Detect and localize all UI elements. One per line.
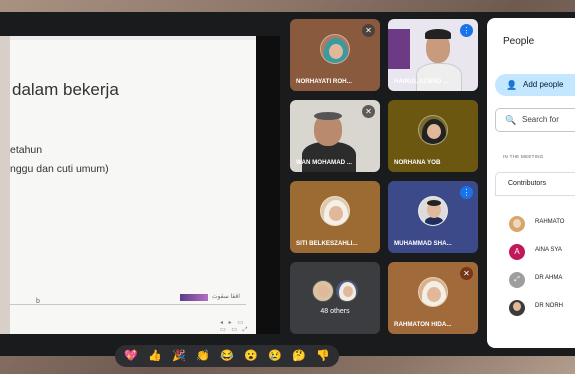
participant-tile[interactable]: ⋮ MUHAMMAD SHA... bbox=[388, 181, 478, 253]
participant-tile[interactable]: SITI BELKESZAHLI... bbox=[290, 181, 380, 253]
participant-name: HAIRUL AZWAD ... bbox=[394, 78, 449, 85]
participant-name: NORHANA YOB bbox=[394, 159, 441, 166]
participant-row[interactable]: A AINA SYA bbox=[505, 242, 575, 262]
add-people-button[interactable]: 👤 Add people bbox=[495, 74, 575, 96]
party-reaction-icon[interactable]: 🎉 bbox=[172, 345, 186, 367]
mic-off-icon: ✕ bbox=[362, 24, 375, 37]
participant-name: SITI BELKESZAHLI... bbox=[296, 240, 358, 247]
reactions-bar: 💖 👍 🎉 👏 😂 😮 😢 🤔 👎 bbox=[115, 345, 339, 367]
participant-tile[interactable]: NORHANA YOB bbox=[388, 100, 478, 172]
others-tile[interactable]: 48 others bbox=[290, 262, 380, 334]
add-person-icon: 👤 bbox=[506, 80, 518, 90]
avatar: A bbox=[509, 244, 525, 260]
participant-name: AINA SYA bbox=[535, 247, 562, 253]
avatar bbox=[418, 277, 448, 308]
participant-name: RAHMATON HIDA... bbox=[394, 321, 452, 328]
participant-row[interactable]: RAHMATO bbox=[505, 214, 575, 234]
participant-name: NORHAYATI ROH... bbox=[296, 78, 352, 85]
slide-logo bbox=[180, 294, 208, 301]
presentation-gutter bbox=[256, 36, 280, 334]
slide-heading: dalam bekerja bbox=[12, 80, 119, 99]
sad-reaction-icon[interactable]: 😢 bbox=[268, 345, 282, 367]
meeting-stage: dalam bekerja etahun nggu dan cuti umum)… bbox=[0, 12, 575, 356]
avatar bbox=[418, 196, 448, 227]
search-placeholder: Search for bbox=[522, 115, 559, 124]
search-icon: 🔍 bbox=[505, 115, 517, 125]
surprised-reaction-icon[interactable]: 😮 bbox=[244, 345, 258, 367]
speaking-icon: ⋮ bbox=[460, 24, 473, 37]
slide-top-bar bbox=[10, 36, 256, 40]
participant-name: RAHMATO bbox=[535, 219, 565, 225]
avatar bbox=[320, 196, 350, 227]
participant-tile[interactable]: ⋮ HAIRUL AZWAD ... bbox=[388, 19, 478, 91]
avatar bbox=[336, 280, 358, 302]
slide-progress-track bbox=[10, 304, 246, 305]
avatar bbox=[320, 34, 350, 65]
mic-off-icon: ✕ bbox=[362, 105, 375, 118]
people-panel-title: People bbox=[503, 36, 535, 47]
avatar bbox=[312, 280, 334, 302]
laugh-reaction-icon[interactable]: 😂 bbox=[220, 345, 234, 367]
avatar bbox=[509, 216, 525, 232]
participant-tile[interactable]: ✕ NORHAYATI ROH... bbox=[290, 19, 380, 91]
clap-reaction-icon[interactable]: 👏 bbox=[196, 345, 210, 367]
avatar bbox=[509, 300, 525, 316]
slide-logo-text: اڤڤا سڤوث bbox=[212, 294, 240, 300]
others-count: 48 others bbox=[320, 308, 350, 315]
participant-row[interactable]: ⤢ DR AHMA bbox=[505, 270, 575, 290]
thumbs-up-reaction-icon[interactable]: 👍 bbox=[148, 345, 162, 367]
participant-tile[interactable]: ✕ WAN MOHAMAD ... bbox=[290, 100, 380, 172]
add-people-label: Add people bbox=[523, 80, 564, 89]
contributors-header[interactable]: Contributors bbox=[495, 172, 575, 196]
participant-name: DR AHMA bbox=[535, 275, 563, 281]
heart-reaction-icon[interactable]: 💖 bbox=[124, 345, 138, 367]
slide-text-line: nggu dan cuti umum) bbox=[10, 163, 109, 175]
participant-name: MUHAMMAD SHA... bbox=[394, 240, 452, 247]
participant-row[interactable]: DR NORH bbox=[505, 298, 575, 318]
thinking-reaction-icon[interactable]: 🤔 bbox=[292, 345, 306, 367]
participant-name: DR NORH bbox=[535, 303, 563, 309]
people-panel: People 👤 Add people 🔍 Search for IN THE … bbox=[487, 18, 575, 348]
shared-presentation[interactable]: dalam bekerja etahun nggu dan cuti umum)… bbox=[0, 36, 256, 334]
search-input[interactable]: 🔍 Search for bbox=[495, 108, 575, 132]
section-label: IN THE MEETING bbox=[503, 154, 544, 159]
slide-text-line: etahun bbox=[10, 144, 43, 156]
slide-controls[interactable]: ◂ ▸ ▭ ▭ ▭ ⤢ bbox=[220, 319, 256, 334]
mic-off-icon: ✕ bbox=[460, 267, 473, 280]
thumbs-down-reaction-icon[interactable]: 👎 bbox=[316, 345, 330, 367]
avatar bbox=[418, 115, 448, 146]
link-icon: ⤢ bbox=[509, 272, 525, 288]
speaking-icon: ⋮ bbox=[460, 186, 473, 199]
participant-tile[interactable]: ✕ RAHMATON HIDA... bbox=[388, 262, 478, 334]
participant-name: WAN MOHAMAD ... bbox=[296, 159, 353, 166]
slide-marker: b bbox=[36, 298, 40, 305]
